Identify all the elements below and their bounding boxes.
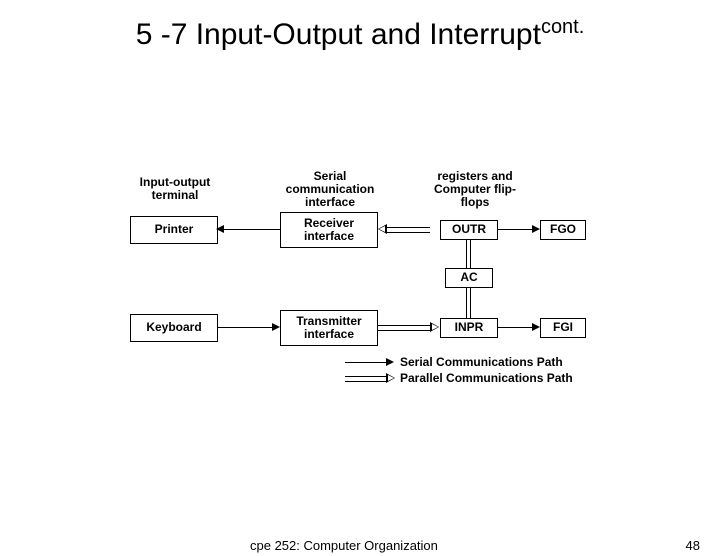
par-line-1 [386,227,430,233]
col2-label: Serial communication interface [275,170,385,210]
par-arrow-1 [378,224,387,234]
slide-title: 5 -7 Input-Output and Interruptcont. [0,16,720,53]
title-sup: cont. [541,16,584,38]
outr-box: OUTR [440,220,498,240]
serial-arrow-1 [216,225,224,233]
fgo-box: FGO [540,220,586,240]
legend-par-arrow [386,373,395,383]
fgi-box: FGI [540,318,586,338]
v-ac-inpr-a [466,287,467,318]
receiver-box: Receiver interface [280,212,378,248]
v-ac-outr-a [466,239,467,268]
v-ac-outr-b [470,239,471,268]
legend-par-line [345,376,387,382]
arrow-inpr-fgi [532,323,540,331]
printer-box: Printer [130,216,218,244]
serial-arrow-2 [272,323,280,331]
par-line-2 [377,325,431,331]
io-diagram: Input-output terminal Serial communicati… [0,176,720,396]
serial-line-2 [217,327,273,328]
transmitter-box: Transmitter interface [280,310,378,346]
v-ac-inpr-b [470,287,471,318]
col3-label: registers and Computer flip-flops [425,170,525,210]
inpr-box: INPR [440,318,498,338]
footer-course: cpe 252: Computer Organization [250,538,438,553]
footer-page: 48 [686,538,700,553]
line-outr-fgo [497,229,533,230]
legend-serial-line [345,362,387,363]
ac-box: AC [445,268,493,288]
col1-label: Input-output terminal [125,176,225,202]
serial-line-1 [224,229,280,230]
line-inpr-fgi [497,327,533,328]
legend-parallel-text: Parallel Communications Path [400,371,573,385]
title-main: 5 -7 Input-Output and Interrupt [136,18,541,51]
keyboard-box: Keyboard [130,314,218,342]
legend-serial-text: Serial Communications Path [400,355,563,369]
par-arrow-2 [430,322,439,332]
arrow-outr-fgo [532,225,540,233]
legend-serial-arrow [386,358,394,366]
